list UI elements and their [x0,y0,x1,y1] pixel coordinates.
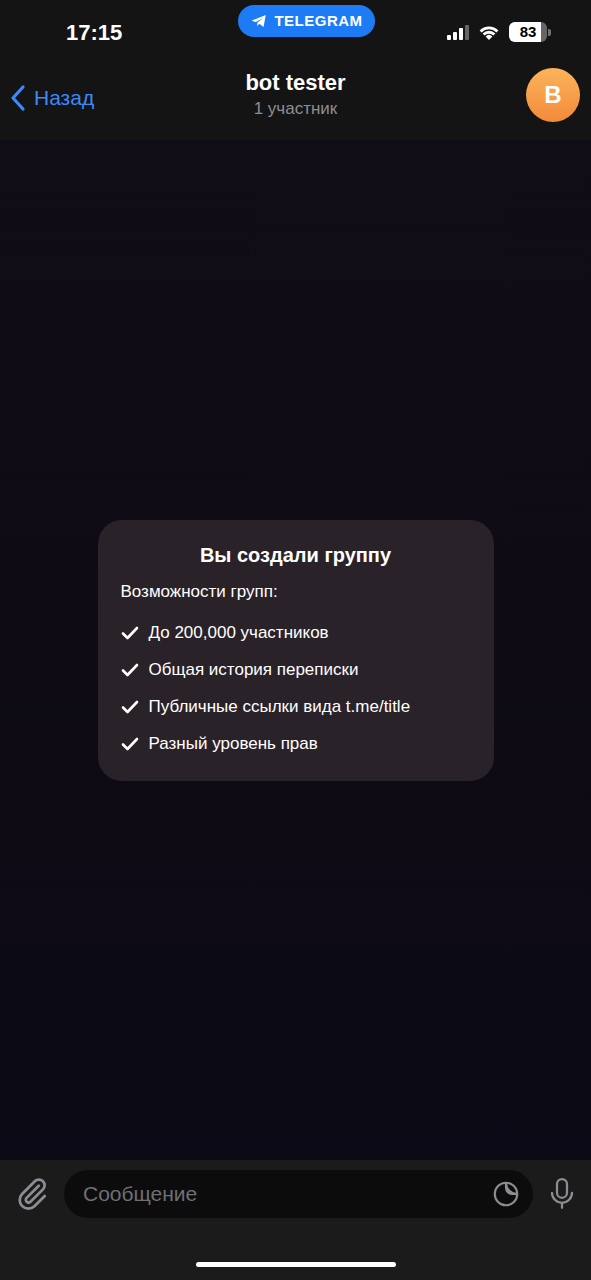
message-field[interactable] [64,1170,533,1218]
feature-text: Разный уровень прав [149,733,318,755]
battery-label: 83 [509,22,547,42]
home-indicator[interactable] [196,1262,396,1267]
check-icon [121,699,139,715]
sticker-icon[interactable] [491,1179,521,1209]
service-card-title: Вы создали группу [121,542,471,568]
signal-icon [447,24,469,40]
feature-list: До 200,000 участников Общая история переп… [121,607,471,755]
app-pill[interactable]: TELEGRAM [238,5,374,37]
feature-text: Публичные ссылки вида t.me/title [149,696,411,718]
chat-subtitle: 1 участник [254,97,338,121]
back-label: Назад [34,82,94,114]
message-input[interactable] [83,1178,491,1210]
back-button[interactable]: Назад [10,76,160,114]
composer [0,1160,591,1280]
telegram-plane-icon [250,12,268,30]
feature-item: Разный уровень прав [121,733,471,755]
signal-bar [465,25,469,41]
back-chevron-icon [10,84,26,112]
feature-item: Общая история переписки [121,659,471,681]
check-icon [121,662,139,678]
signal-bar [453,32,457,41]
feature-item: До 200,000 участников [121,622,471,644]
chat-header: Назад bot tester 1 участник B [0,50,591,140]
battery-icon: 83 [509,22,551,42]
feature-text: До 200,000 участников [149,622,329,644]
status-bar: 17:15 TELEGRAM 83 [0,0,591,50]
chat-title[interactable]: bot tester 1 участник [160,69,431,121]
chat-title-text: bot tester [245,69,345,97]
service-card: Вы создали группу Возможности групп: До … [98,520,494,781]
status-icons: 83 [447,8,551,42]
check-icon [121,625,139,641]
signal-bar [459,28,463,40]
battery-track: 83 [509,22,547,42]
chat-area: Вы создали группу Возможности групп: До … [0,140,591,1160]
wifi-icon [477,23,501,41]
signal-bar [447,35,451,40]
avatar-letter: B [544,77,561,113]
feature-text: Общая история переписки [149,659,359,681]
app-pill-label: TELEGRAM [274,10,362,33]
check-icon [121,736,139,752]
top-bar: 17:15 TELEGRAM 83 Назад [0,0,591,140]
service-card-subtitle: Возможности групп: [121,580,471,604]
clock: 17:15 [66,2,166,49]
group-avatar[interactable]: B [526,68,580,122]
attach-paperclip-icon[interactable] [14,1176,50,1212]
microphone-icon[interactable] [547,1176,577,1212]
feature-item: Публичные ссылки вида t.me/title [121,696,471,718]
